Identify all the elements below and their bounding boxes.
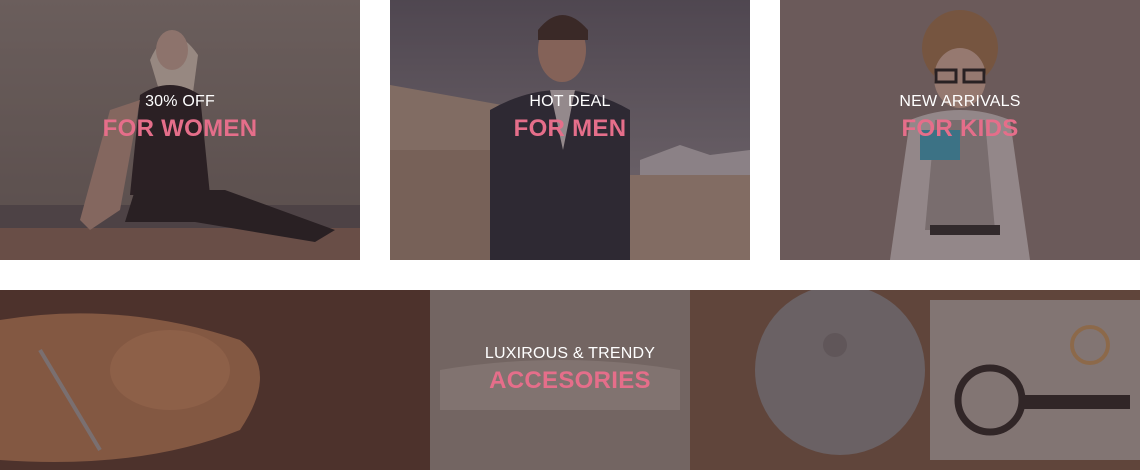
banner-kicker: HOT DEAL [529, 93, 611, 110]
banner-caption: LUXIROUS & TRENDY ACCESORIES [485, 344, 655, 396]
banner-caption: 30% OFF FOR WOMEN [103, 92, 258, 144]
banner-headline: FOR MEN [513, 115, 627, 142]
banner-headline: FOR KIDS [901, 115, 1019, 142]
banner-kicker: 30% OFF [145, 93, 215, 110]
banner-headline: ACCESORIES [489, 367, 651, 394]
banner-kicker: NEW ARRIVALS [899, 93, 1021, 110]
banner-caption: HOT DEAL FOR MEN [514, 92, 627, 144]
banner-headline: FOR WOMEN [102, 115, 258, 142]
banner-accessories[interactable]: LUXIROUS & TRENDY ACCESORIES [0, 290, 1140, 470]
banner-men[interactable]: HOT DEAL FOR MEN [390, 0, 750, 260]
banner-kids[interactable]: NEW ARRIVALS FOR KIDS [780, 0, 1140, 260]
banner-caption: NEW ARRIVALS FOR KIDS [899, 92, 1020, 144]
banner-women[interactable]: 30% OFF FOR WOMEN [0, 0, 360, 260]
banner-kicker: LUXIROUS & TRENDY [484, 345, 656, 362]
